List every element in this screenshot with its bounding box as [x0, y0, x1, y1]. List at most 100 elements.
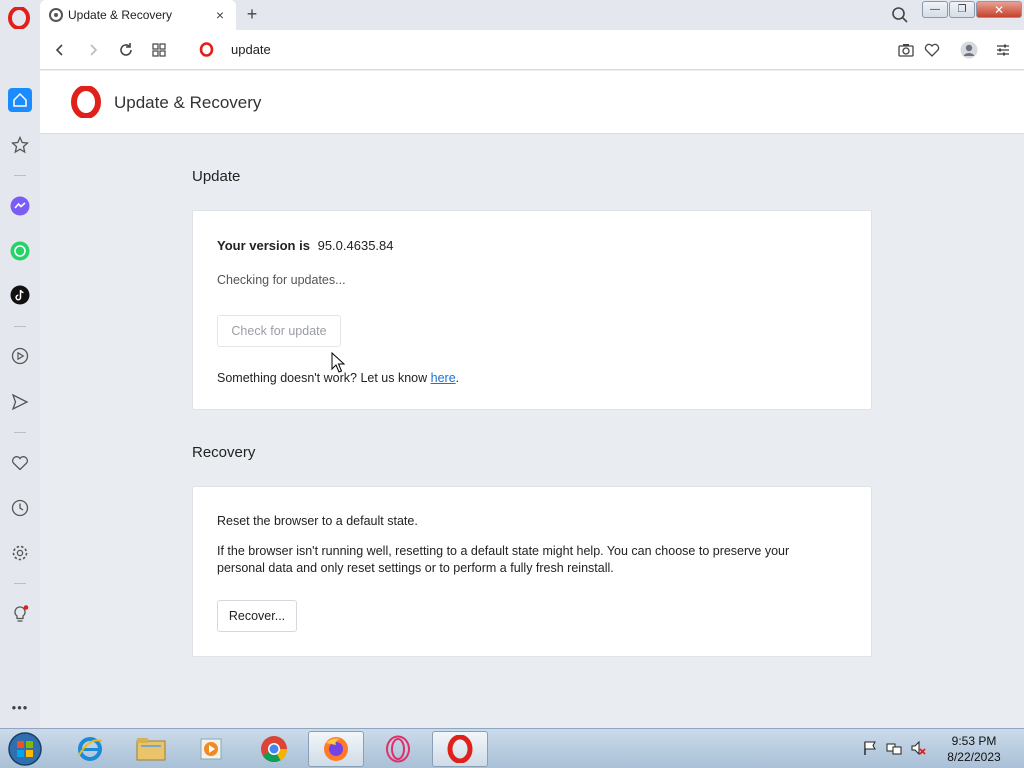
tab-update-recovery[interactable]: Update & Recovery × [40, 0, 236, 30]
address-bar: update [40, 30, 1024, 70]
sidebar-separator [14, 175, 26, 176]
new-tab-button[interactable]: + [242, 4, 262, 24]
tabs-grid-button[interactable] [149, 40, 169, 60]
lightbulb-icon [14, 605, 29, 622]
tab-close-icon[interactable]: × [210, 7, 230, 23]
feedback-link[interactable]: here [431, 371, 456, 385]
recovery-section-title: Recovery [192, 444, 256, 461]
taskbar-opera[interactable] [432, 731, 488, 767]
minimize-button[interactable]: — [922, 1, 948, 18]
opera-outline-icon [386, 735, 410, 763]
forward-button[interactable] [83, 40, 103, 60]
sidebar-item-flow[interactable] [8, 390, 32, 414]
player-icon [11, 347, 29, 365]
sidebar-separator [14, 432, 26, 433]
taskbar-file-explorer[interactable] [123, 731, 179, 767]
heart-icon [924, 43, 940, 57]
action-center-flag-icon[interactable] [862, 740, 878, 756]
messenger-icon [10, 196, 30, 216]
grid-icon [152, 43, 166, 57]
taskbar-internet-explorer[interactable] [62, 731, 118, 767]
page-title: Update & Recovery [114, 93, 262, 112]
back-icon [55, 44, 63, 56]
snapshot-button[interactable] [896, 40, 916, 60]
opera-icon [447, 735, 473, 763]
whatsapp-icon [10, 241, 30, 261]
reload-icon [120, 43, 132, 56]
reload-button[interactable] [116, 40, 136, 60]
sidebar-item-whatsapp[interactable] [8, 239, 32, 263]
volume-muted-icon[interactable] [910, 740, 926, 756]
sidebar-item-home[interactable] [8, 88, 32, 112]
update-section-title: Update [192, 168, 241, 185]
folder-icon [136, 738, 166, 761]
back-button[interactable] [50, 40, 70, 60]
home-icon [13, 92, 27, 107]
check-for-update-button[interactable]: Check for update [217, 315, 341, 347]
avatar-icon [960, 41, 978, 59]
taskbar-opera-gx[interactable] [370, 731, 426, 767]
sidebar-item-bookmarks[interactable] [8, 133, 32, 157]
forward-icon [90, 44, 98, 56]
recovery-description-line2: personal data and only reset settings or… [217, 561, 614, 575]
settings-tab-icon [49, 8, 63, 22]
recover-button[interactable]: Recover... [217, 600, 297, 632]
profile-button[interactable] [959, 40, 979, 60]
bookmarks-icon [11, 136, 29, 154]
start-button-icon[interactable] [6, 731, 44, 767]
camera-icon [898, 44, 914, 57]
tiktok-icon [10, 285, 30, 305]
feedback-suffix: . [455, 371, 460, 385]
add-bookmark-button[interactable] [922, 40, 942, 60]
sidebar-item-settings[interactable] [8, 541, 32, 565]
tab-bar: Update & Recovery × + — ❐ ✕ [0, 0, 1024, 30]
version-value: 95.0.4635.84 [317, 238, 394, 253]
history-icon [11, 499, 29, 517]
media-player-icon [200, 738, 222, 760]
version-line: Your version is 95.0.4635.84 [217, 238, 394, 253]
version-label: Your version is [217, 238, 310, 253]
taskbar-chrome[interactable] [246, 731, 302, 767]
update-card: Your version is 95.0.4635.84 Checking fo… [192, 210, 872, 410]
clock-time: 9:53 PM [951, 734, 997, 748]
recovery-card: Reset the browser to a default state. If… [192, 486, 872, 657]
taskbar-firefox[interactable] [308, 731, 364, 767]
recovery-description-line1: If the browser isn't running well, reset… [217, 544, 790, 558]
restore-button[interactable]: ❐ [949, 1, 975, 18]
address-input[interactable]: update [231, 42, 271, 57]
sidebar-item-personal-news[interactable] [8, 451, 32, 475]
taskbar-media-player[interactable] [184, 731, 240, 767]
taskbar: 9:53 PM 8/22/2023 [0, 728, 1024, 768]
opera-menu-icon[interactable] [8, 7, 30, 29]
sliders-icon [997, 44, 1009, 56]
send-icon [11, 393, 29, 411]
internet-explorer-icon [78, 737, 103, 761]
firefox-icon [324, 737, 348, 761]
sidebar-separator [14, 583, 26, 584]
recovery-heading: Reset the browser to a default state. [217, 514, 418, 528]
mouse-cursor-icon [331, 352, 345, 373]
feedback-text: Something doesn't work? Let us know [217, 371, 431, 385]
sidebar-separator [14, 326, 26, 327]
sidebar-item-whats-new[interactable] [8, 602, 32, 626]
network-icon[interactable] [886, 740, 902, 756]
heart-icon [12, 456, 28, 471]
update-status: Checking for updates... [217, 273, 346, 287]
window-controls: — ❐ ✕ [922, 1, 1023, 18]
chrome-icon [261, 736, 288, 763]
clock-date: 8/22/2023 [947, 750, 1001, 764]
taskbar-clock[interactable]: 9:53 PM 8/22/2023 [936, 733, 1012, 765]
sidebar-more-button[interactable]: ••• [8, 695, 32, 719]
tab-search-icon[interactable] [891, 6, 909, 24]
easy-setup-button[interactable] [993, 40, 1013, 60]
page-header: Update & Recovery [40, 71, 1024, 134]
system-tray [862, 740, 926, 756]
sidebar-item-tiktok[interactable] [8, 283, 32, 307]
sidebar-item-messenger[interactable] [8, 194, 32, 218]
sidebar: ••• [0, 30, 40, 728]
sidebar-item-history[interactable] [8, 496, 32, 520]
opera-logo-icon [71, 86, 101, 118]
tab-title: Update & Recovery [68, 8, 173, 22]
close-window-button[interactable]: ✕ [976, 1, 1022, 18]
sidebar-item-player[interactable] [8, 344, 32, 368]
